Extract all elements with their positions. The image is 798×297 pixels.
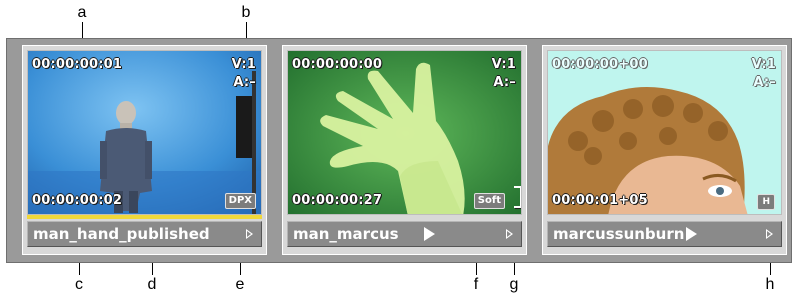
audio-track-label-1: A:–: [233, 75, 256, 90]
clip-name-bar-3[interactable]: marcussunburn: [547, 221, 782, 247]
audio-track-label-3: A:–: [753, 75, 776, 90]
hold-badge: H: [757, 194, 775, 210]
clip-thumbnail-2[interactable]: 00:00:00:00 V:1 A:– 00:00:00:27 Soft: [287, 50, 522, 215]
menu-triangle-icon[interactable]: [246, 229, 253, 239]
clip-bin-panel: 00:00:00:01 V:1 A:– 00:00:00:02 DPX man_…: [6, 38, 792, 263]
thumbnail-image-curly-head: [548, 51, 781, 214]
callout-c: c: [75, 276, 83, 293]
callout-g: g: [509, 276, 519, 293]
clip-thumbnail-1[interactable]: 00:00:00:01 V:1 A:– 00:00:00:02 DPX: [27, 50, 262, 215]
timecode-current-3: 00:00:01+05: [552, 193, 648, 208]
video-track-label-3: V:1: [751, 57, 776, 72]
video-track-label-2: V:1: [491, 57, 516, 72]
audio-track-label-2: A:–: [493, 75, 516, 90]
timecode-start-1: 00:00:00:01: [32, 57, 123, 72]
clip-name-2[interactable]: man_marcus: [293, 225, 399, 243]
play-triangle-icon[interactable]: [686, 227, 697, 241]
timecode-current-2: 00:00:00:27: [292, 193, 383, 208]
trim-bracket-icon[interactable]: [514, 186, 521, 208]
callout-b: b: [241, 4, 251, 21]
callout-d: d: [147, 276, 157, 293]
format-badge-dpx: DPX: [224, 193, 256, 209]
clip-name-bar-1[interactable]: man_hand_published: [27, 221, 262, 247]
menu-triangle-icon[interactable]: [766, 229, 773, 239]
callout-h: h: [765, 276, 775, 293]
clip-thumbnail-3[interactable]: 00:00:00+00 V:1 A:– 00:00:01+05 H: [547, 50, 782, 215]
clip-card-1[interactable]: 00:00:00:01 V:1 A:– 00:00:00:02 DPX man_…: [22, 45, 267, 255]
menu-triangle-icon[interactable]: [506, 229, 513, 239]
clip-card-2[interactable]: 00:00:00:00 V:1 A:– 00:00:00:27 Soft man…: [282, 45, 527, 255]
clip-name-1[interactable]: man_hand_published: [33, 225, 210, 243]
callout-a: a: [77, 4, 87, 21]
timecode-current-1: 00:00:00:02: [32, 193, 123, 208]
thumbnail-image-hand-green: [288, 51, 521, 214]
callout-f: f: [473, 276, 479, 293]
clip-name-bar-2[interactable]: man_marcus: [287, 221, 522, 247]
clip-name-3[interactable]: marcussunburn: [553, 225, 684, 243]
clip-card-3[interactable]: 00:00:00+00 V:1 A:– 00:00:01+05 H marcus…: [542, 45, 787, 255]
selection-indicator-bar: [27, 215, 262, 219]
thumbnail-image-man-blue-screen: [28, 51, 261, 214]
timecode-start-2: 00:00:00:00: [292, 57, 383, 72]
timecode-start-3: 00:00:00+00: [552, 57, 648, 72]
soft-effect-badge: Soft: [473, 193, 505, 209]
video-track-label-1: V:1: [231, 57, 256, 72]
callout-e: e: [235, 276, 245, 293]
play-triangle-icon[interactable]: [424, 227, 435, 241]
